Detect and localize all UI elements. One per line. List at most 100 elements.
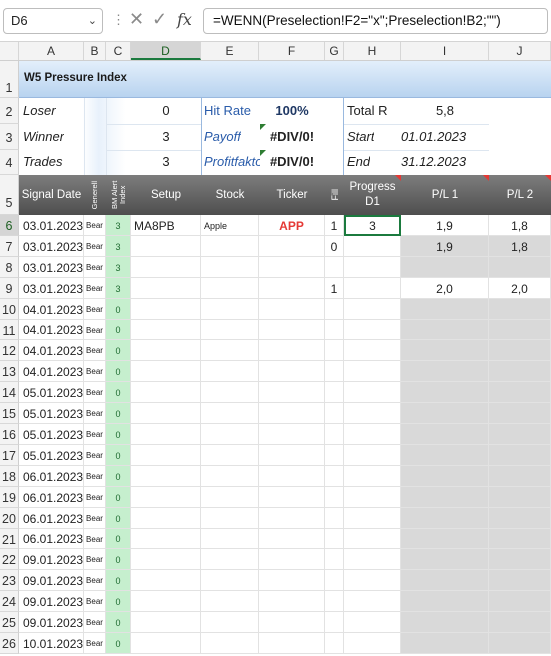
cell-bm[interactable]: 3	[106, 257, 131, 278]
cell-progress[interactable]	[344, 340, 401, 361]
cell-stock[interactable]	[201, 299, 259, 320]
row-header[interactable]: 18	[0, 466, 19, 487]
cell-fill[interactable]	[325, 529, 344, 549]
cell-pl2[interactable]	[489, 257, 551, 278]
header-bm-alert[interactable]: BM Alert Index	[106, 175, 131, 215]
cell-fill[interactable]: 1	[325, 215, 344, 236]
cell-progress[interactable]	[344, 257, 401, 278]
row-header[interactable]: 12	[0, 340, 19, 361]
row-header[interactable]: 19	[0, 487, 19, 508]
cell-stock[interactable]	[201, 487, 259, 508]
cell-fill[interactable]	[325, 424, 344, 445]
cell-pl2[interactable]	[489, 340, 551, 361]
cell-pl1[interactable]	[401, 466, 489, 487]
cell-progress[interactable]	[344, 466, 401, 487]
cell-setup[interactable]	[131, 633, 201, 654]
cell-setup[interactable]	[131, 403, 201, 424]
cell-ticker[interactable]	[259, 591, 325, 612]
cell-stock[interactable]	[201, 236, 259, 257]
cell-gen[interactable]: Bear	[84, 612, 106, 633]
cell-stock[interactable]	[201, 320, 259, 340]
col-header-f[interactable]: F	[259, 42, 325, 60]
header-progress[interactable]: Progress D1	[344, 175, 401, 215]
cell-bm[interactable]: 0	[106, 633, 131, 654]
col-header-b[interactable]: B	[84, 42, 106, 60]
cell-setup[interactable]	[131, 529, 201, 549]
cell-progress[interactable]	[344, 299, 401, 320]
cell-pl2[interactable]	[489, 549, 551, 570]
cell-setup[interactable]	[131, 612, 201, 633]
cell-pl2[interactable]: 1,8	[489, 215, 551, 236]
cell-pl1[interactable]	[401, 612, 489, 633]
cell-pl2[interactable]	[489, 320, 551, 340]
cell-fill[interactable]	[325, 633, 344, 654]
cell-stock[interactable]	[201, 633, 259, 654]
cell-date[interactable]: 06.01.2023	[19, 508, 84, 529]
cell-pl2[interactable]	[489, 487, 551, 508]
cell-setup[interactable]	[131, 487, 201, 508]
cell-pl1[interactable]	[401, 570, 489, 591]
name-box[interactable]: D6 ⌄	[3, 8, 103, 34]
cell-date[interactable]: 06.01.2023	[19, 529, 84, 549]
cell-pl1[interactable]: 2,0	[401, 278, 489, 299]
cell-progress[interactable]	[344, 529, 401, 549]
row-header[interactable]: 14	[0, 382, 19, 403]
header-pl1[interactable]: P/L 1	[401, 175, 489, 215]
cell-ticker[interactable]	[259, 361, 325, 382]
cancel-icon[interactable]: ✕	[129, 9, 144, 30]
cell-ticker[interactable]	[259, 236, 325, 257]
cell-setup[interactable]	[131, 445, 201, 466]
cell-ticker[interactable]	[259, 612, 325, 633]
cell-date[interactable]: 03.01.2023	[19, 215, 84, 236]
cell-setup[interactable]	[131, 236, 201, 257]
cell-gen[interactable]: Bear	[84, 487, 106, 508]
row-header[interactable]: 6	[0, 215, 19, 236]
cell-pl2[interactable]	[489, 403, 551, 424]
cell-stock[interactable]	[201, 445, 259, 466]
cell-ticker[interactable]	[259, 508, 325, 529]
cell-progress[interactable]	[344, 320, 401, 340]
cell-date[interactable]: 06.01.2023	[19, 466, 84, 487]
cell-date[interactable]: 04.01.2023	[19, 320, 84, 340]
cell-ticker[interactable]	[259, 320, 325, 340]
confirm-icon[interactable]: ✓	[152, 9, 167, 30]
row-header[interactable]: 26	[0, 633, 19, 654]
cell-pl2[interactable]: 2,0	[489, 278, 551, 299]
cell-date[interactable]: 05.01.2023	[19, 403, 84, 424]
cell-gen[interactable]: Bear	[84, 320, 106, 340]
cell-ticker[interactable]	[259, 549, 325, 570]
cell-pl1[interactable]	[401, 508, 489, 529]
row-header[interactable]: 7	[0, 236, 19, 257]
cell-progress[interactable]	[344, 549, 401, 570]
cell-stock[interactable]	[201, 591, 259, 612]
row-header[interactable]: 4	[0, 150, 19, 175]
cell-gen[interactable]: Bear	[84, 299, 106, 320]
trades-value[interactable]: 3	[131, 154, 201, 169]
row-header[interactable]: 5	[0, 175, 19, 215]
cell-ticker[interactable]	[259, 403, 325, 424]
cell-pl2[interactable]	[489, 633, 551, 654]
winner-value[interactable]: 3	[131, 129, 201, 144]
cell-pl2[interactable]	[489, 529, 551, 549]
col-header-a[interactable]: A	[19, 42, 84, 60]
cell-gen[interactable]: Bear	[84, 508, 106, 529]
header-setup[interactable]: Setup	[131, 175, 201, 215]
cell-ticker[interactable]	[259, 424, 325, 445]
cell-progress[interactable]	[344, 591, 401, 612]
cell-gen[interactable]: Bear	[84, 466, 106, 487]
cell-ticker[interactable]	[259, 487, 325, 508]
cell-date[interactable]: 05.01.2023	[19, 445, 84, 466]
cell-bm[interactable]: 0	[106, 487, 131, 508]
header-signal-date[interactable]: Signal Date	[19, 175, 84, 215]
cell-date[interactable]: 05.01.2023	[19, 424, 84, 445]
cell-setup[interactable]	[131, 591, 201, 612]
cell-date[interactable]: 03.01.2023	[19, 278, 84, 299]
header-fill[interactable]: Fill	[325, 175, 344, 215]
insert-function-icon[interactable]: fx	[177, 10, 192, 29]
row-header[interactable]: 9	[0, 278, 19, 299]
cell-setup[interactable]	[131, 320, 201, 340]
cell-ticker[interactable]	[259, 570, 325, 591]
cell-progress[interactable]	[344, 570, 401, 591]
cell-pl1[interactable]	[401, 361, 489, 382]
cell-date[interactable]: 09.01.2023	[19, 591, 84, 612]
